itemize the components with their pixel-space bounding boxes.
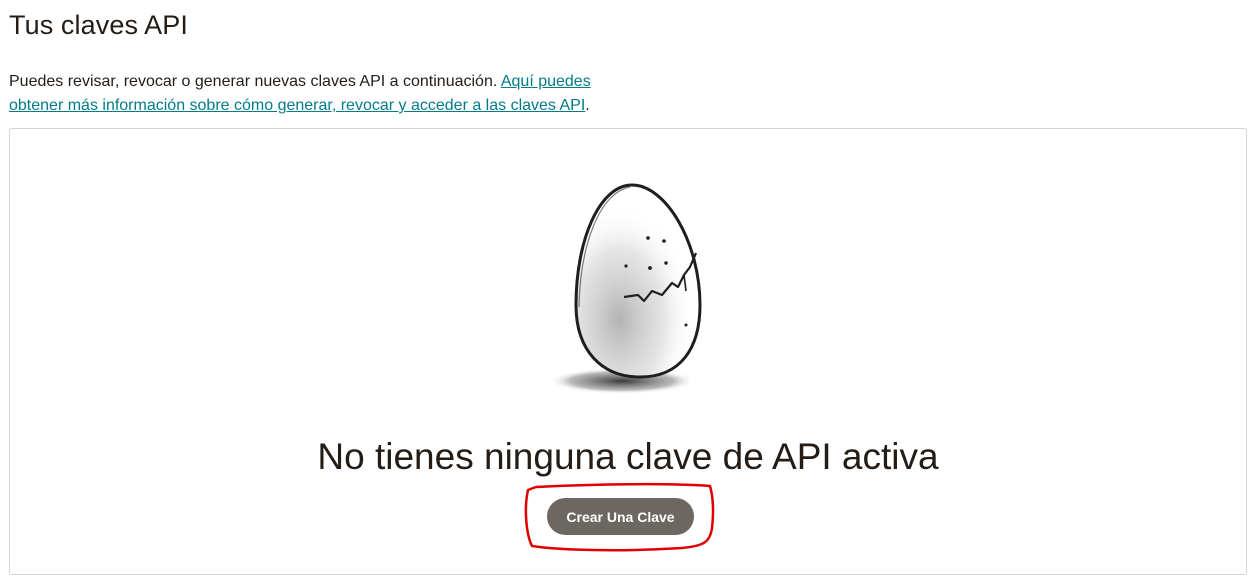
cracked-egg-icon bbox=[548, 183, 702, 394]
intro-end: . bbox=[585, 97, 590, 114]
create-key-button[interactable]: Crear Una Clave bbox=[547, 498, 694, 535]
api-keys-panel: No tienes ninguna clave de API activa Cr… bbox=[9, 128, 1247, 575]
intro-text: Puedes revisar, revocar o generar nuevas… bbox=[9, 70, 649, 118]
empty-state-heading: No tienes ninguna clave de API activa bbox=[317, 436, 939, 477]
page-title: Tus claves API bbox=[9, 10, 188, 40]
intro-sentence: Puedes revisar, revocar o generar nuevas… bbox=[9, 73, 501, 90]
